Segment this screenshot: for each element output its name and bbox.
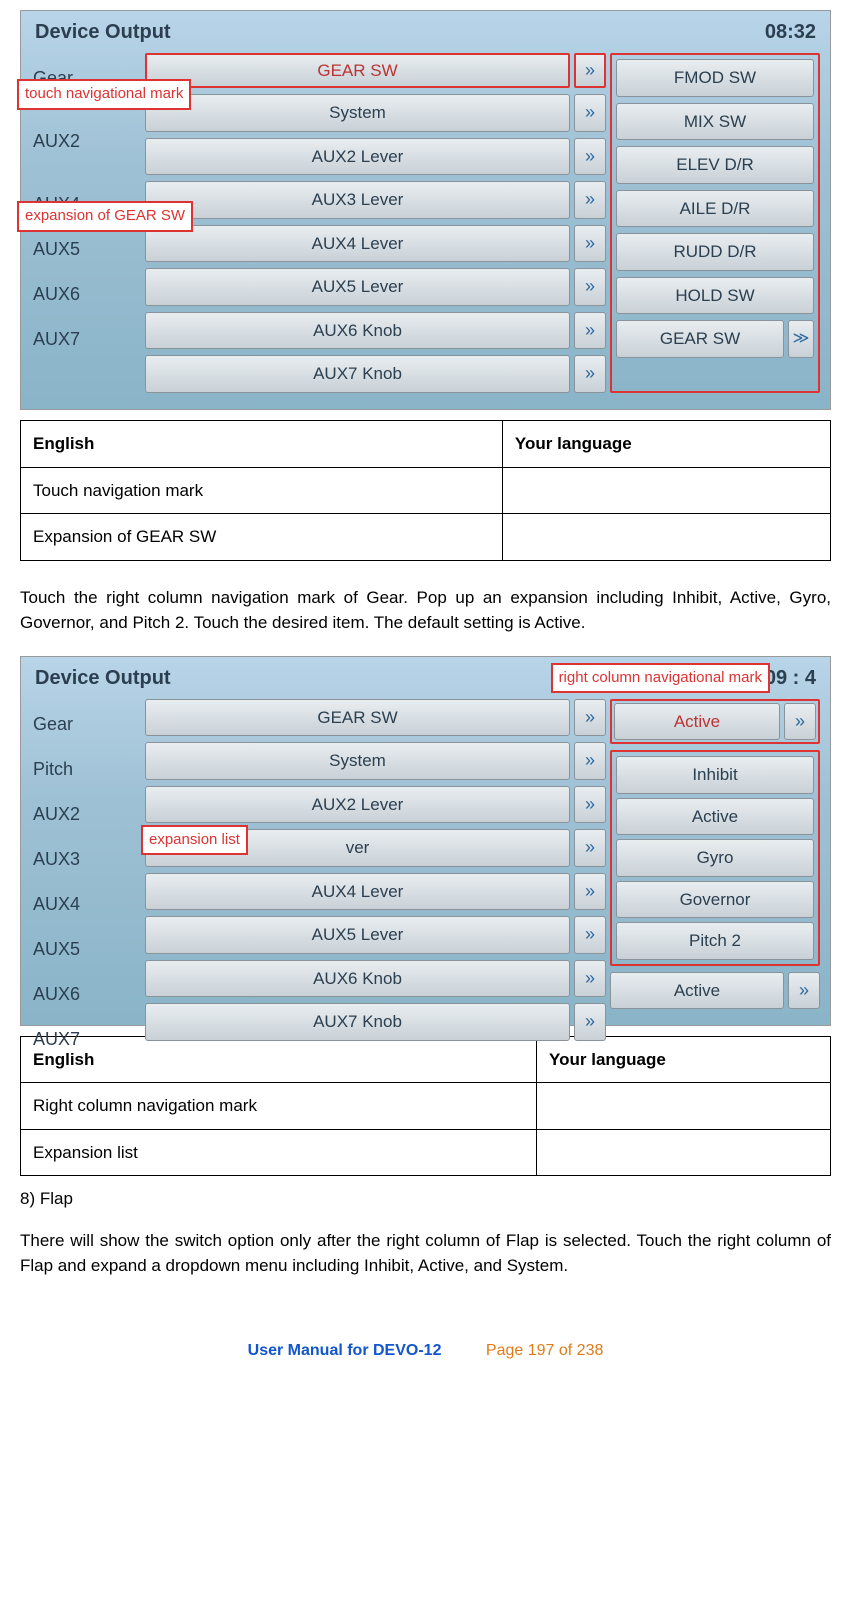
exp-gear-sw[interactable]: GEAR SW <box>616 320 784 358</box>
td-empty <box>537 1129 831 1176</box>
channel-labels-col: Gear Pitch AUX2 AUX3 AUX4 AUX5 AUX6 AUX7 <box>31 699 141 1059</box>
right-col: Active» Inhibit Active Gyro Governor Pit… <box>610 699 820 1059</box>
label-aux3: AUX3 <box>31 840 141 879</box>
chevron-icon[interactable]: » <box>574 916 606 954</box>
label-aux4: AUX4 <box>31 885 141 924</box>
clock: 08:32 <box>765 17 816 47</box>
label-pitch: Pitch <box>31 750 141 789</box>
chevron-icon[interactable]: » <box>574 138 606 176</box>
chevron-icon[interactable]: » <box>784 703 816 741</box>
chevron-icon[interactable]: » <box>574 181 606 219</box>
label-blank2 <box>31 167 141 179</box>
btn-aux2-lever[interactable]: AUX2 Lever <box>145 138 570 176</box>
screenshot-device-output-1: Device Output 08:32 touch navigational m… <box>20 10 831 410</box>
label-aux5: AUX5 <box>31 930 141 969</box>
chevron-icon[interactable]: » <box>574 225 606 263</box>
footer-page-number: Page 197 of 238 <box>486 1342 603 1359</box>
btn-system[interactable]: System <box>145 94 570 132</box>
chevron-icon[interactable]: » <box>574 742 606 780</box>
exp-rudd-dr[interactable]: RUDD D/R <box>616 233 814 271</box>
callout-expansion-list: expansion list <box>141 825 248 856</box>
paragraph-instruction-2: There will show the switch option only a… <box>20 1228 831 1279</box>
label-aux2: AUX2 <box>31 122 141 161</box>
callout-expansion-gear: expansion of GEAR SW <box>17 201 193 232</box>
chevron-icon[interactable]: » <box>574 268 606 306</box>
td-expansion-gear: Expansion of GEAR SW <box>21 514 503 561</box>
exp-hold-sw[interactable]: HOLD SW <box>616 277 814 315</box>
scroll-down-icon[interactable]: ≫ <box>788 320 814 358</box>
chevron-icon[interactable]: » <box>574 53 606 88</box>
page-footer: User Manual for DEVO-12 Page 197 of 238 <box>20 1339 831 1363</box>
chevron-icon[interactable]: » <box>574 355 606 393</box>
window-title: Device Output <box>35 663 171 693</box>
chevron-icon[interactable]: » <box>574 312 606 350</box>
btn-aux2-lever[interactable]: AUX2 Lever <box>145 786 570 824</box>
exp-inhibit[interactable]: Inhibit <box>616 756 814 794</box>
window-title: Device Output <box>35 17 171 47</box>
footer-manual-title: User Manual for DEVO-12 <box>248 1342 442 1359</box>
btn-aux7-knob[interactable]: AUX7 Knob <box>145 355 570 393</box>
label-aux7: AUX7 <box>31 320 141 359</box>
chevron-icon[interactable]: » <box>574 1003 606 1041</box>
btn-system[interactable]: System <box>145 742 570 780</box>
btn-aux3-lever[interactable]: AUX3 Lever <box>145 181 570 219</box>
switch-col: GEAR SW» System» AUX2 Lever» AUX3 Lever»… <box>145 53 606 393</box>
chevron-icon[interactable]: » <box>574 960 606 998</box>
btn-aux4-lever[interactable]: AUX4 Lever <box>145 873 570 911</box>
exp-gyro[interactable]: Gyro <box>616 839 814 877</box>
td-empty <box>537 1083 831 1130</box>
btn-active-top[interactable]: Active <box>614 703 780 741</box>
exp-mix-sw[interactable]: MIX SW <box>616 103 814 141</box>
td-expansion-list: Expansion list <box>21 1129 537 1176</box>
label-aux7: AUX7 <box>31 1020 141 1059</box>
btn-aux5-lever[interactable]: AUX5 Lever <box>145 268 570 306</box>
exp-active[interactable]: Active <box>616 798 814 836</box>
callout-right-col-nav: right column navigational mark <box>551 663 770 694</box>
th-yourlang: Your language <box>502 421 830 468</box>
exp-elev-dr[interactable]: ELEV D/R <box>616 146 814 184</box>
btn-aux7-knob[interactable]: AUX7 Knob <box>145 1003 570 1041</box>
label-aux2: AUX2 <box>31 795 141 834</box>
translation-table-1: EnglishYour language Touch navigation ma… <box>20 420 831 561</box>
label-aux5: AUX5 <box>31 230 141 269</box>
td-right-col-nav: Right column navigation mark <box>21 1083 537 1130</box>
exp-fmod-sw[interactable]: FMOD SW <box>616 59 814 97</box>
exp-governor[interactable]: Governor <box>616 881 814 919</box>
chevron-icon[interactable]: » <box>574 829 606 867</box>
btn-aux5-lever[interactable]: AUX5 Lever <box>145 916 570 954</box>
exp-aile-dr[interactable]: AILE D/R <box>616 190 814 228</box>
label-aux6: AUX6 <box>31 975 141 1014</box>
btn-aux4-lever[interactable]: AUX4 Lever <box>145 225 570 263</box>
btn-active-bottom[interactable]: Active <box>610 972 784 1010</box>
label-gear: Gear <box>31 705 141 744</box>
heading-8-flap: 8) Flap <box>20 1186 831 1212</box>
td-touch-nav: Touch navigation mark <box>21 467 503 514</box>
callout-touch-nav: touch navigational mark <box>17 79 191 110</box>
label-aux6: AUX6 <box>31 275 141 314</box>
screenshot-device-output-2: Device Output 09 : 4 right column naviga… <box>20 656 831 1026</box>
btn-gear-sw[interactable]: GEAR SW <box>145 699 570 737</box>
exp-pitch2[interactable]: Pitch 2 <box>616 922 814 960</box>
td-empty <box>502 467 830 514</box>
chevron-icon[interactable]: » <box>574 94 606 132</box>
switch-col: GEAR SW» System» AUX2 Lever» ver» AUX4 L… <box>145 699 606 1059</box>
th-english: English <box>21 421 503 468</box>
paragraph-instruction-1: Touch the right column navigation mark o… <box>20 585 831 636</box>
title-bar: Device Output 08:32 <box>21 11 830 49</box>
btn-aux6-knob[interactable]: AUX6 Knob <box>145 312 570 350</box>
btn-aux6-knob[interactable]: AUX6 Knob <box>145 960 570 998</box>
chevron-icon[interactable]: » <box>574 786 606 824</box>
clock: 09 : 4 <box>765 663 816 693</box>
td-empty <box>502 514 830 561</box>
chevron-icon[interactable]: » <box>788 972 820 1010</box>
btn-gear-sw[interactable]: GEAR SW <box>145 53 570 88</box>
chevron-icon[interactable]: » <box>574 873 606 911</box>
expansion-list: FMOD SW MIX SW ELEV D/R AILE D/R RUDD D/… <box>610 53 820 393</box>
chevron-icon[interactable]: » <box>574 699 606 737</box>
